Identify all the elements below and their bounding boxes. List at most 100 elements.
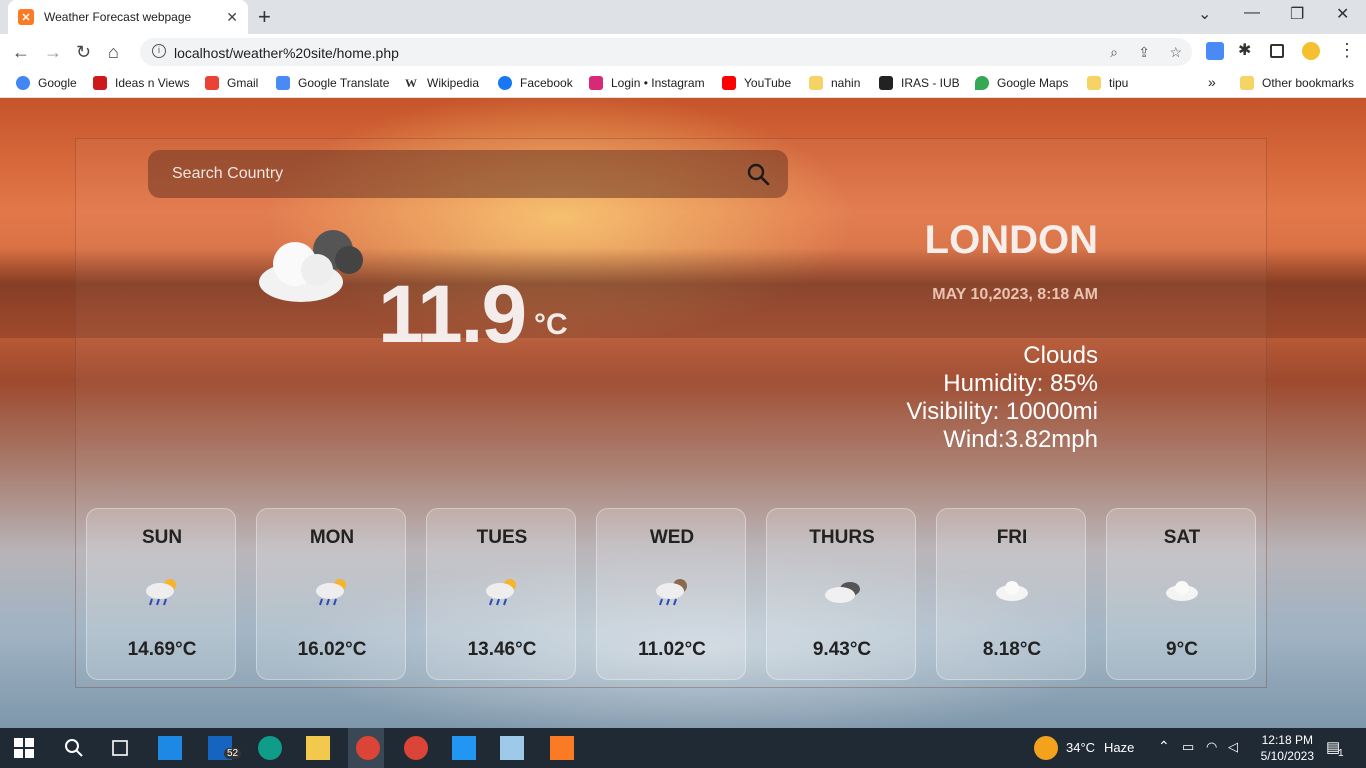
youtube-icon bbox=[722, 76, 736, 90]
taskbar-weather-label[interactable]: Haze bbox=[1104, 740, 1134, 755]
address-bar[interactable]: i localhost/weather%20site/home.php ⌕ ⇪ … bbox=[140, 38, 1192, 66]
xampp-icon: ✕ bbox=[18, 9, 34, 25]
clock-date: 5/10/2023 bbox=[1260, 749, 1314, 763]
bookmark-nahin[interactable]: nahin bbox=[809, 76, 860, 90]
rain-sun-icon bbox=[486, 579, 516, 606]
forecast-card: FRI 8.18°C bbox=[936, 508, 1086, 680]
profile-avatar[interactable] bbox=[1302, 42, 1320, 60]
more-bookmarks-icon[interactable]: » bbox=[1208, 74, 1216, 90]
mail-badge: 52 bbox=[224, 748, 242, 759]
rain-sun-icon bbox=[316, 579, 346, 606]
file-explorer-icon[interactable] bbox=[306, 736, 330, 760]
condition-text: Clouds bbox=[1023, 342, 1098, 369]
xampp-icon[interactable] bbox=[550, 736, 574, 760]
weather-icon[interactable] bbox=[1034, 736, 1058, 760]
forecast-temp: 14.69°C bbox=[127, 639, 197, 660]
facebook-icon bbox=[498, 76, 512, 90]
reload-icon[interactable]: ↻ bbox=[76, 42, 91, 63]
city-name: LONDON bbox=[924, 218, 1098, 262]
vscode-icon[interactable] bbox=[452, 736, 476, 760]
gmail-icon bbox=[205, 76, 219, 90]
store-icon[interactable] bbox=[158, 736, 182, 760]
wikipedia-icon: W bbox=[405, 76, 419, 90]
instagram-icon bbox=[589, 76, 603, 90]
forecast-temp: 13.46°C bbox=[467, 639, 537, 660]
bookmark-ideas-n-views[interactable]: Ideas n Views bbox=[93, 76, 190, 90]
windows-start-icon[interactable] bbox=[14, 738, 34, 758]
forecast-temp: 9.43°C bbox=[812, 639, 872, 660]
google-icon bbox=[16, 76, 30, 90]
extensions-icon[interactable]: ✱ bbox=[1238, 40, 1256, 59]
cloud-icon bbox=[1166, 581, 1198, 601]
taskbar-weather-temp[interactable]: 34°C bbox=[1066, 740, 1095, 755]
forecast-temp: 9°C bbox=[1166, 639, 1198, 660]
search-input[interactable] bbox=[148, 150, 708, 198]
volume-icon[interactable]: ◁ bbox=[1228, 739, 1238, 755]
folder-icon bbox=[1240, 76, 1254, 90]
forecast-temp: 11.02°C bbox=[638, 639, 706, 660]
bookmark-iras-iub[interactable]: IRAS - IUB bbox=[879, 76, 960, 90]
bookmark-google[interactable]: Google bbox=[16, 76, 77, 90]
search-icon[interactable] bbox=[746, 162, 770, 186]
forecast-card: SAT 9°C bbox=[1106, 508, 1256, 680]
weather-details: Clouds Humidity: 85% Visibility: 10000mi… bbox=[906, 342, 1098, 454]
current-temperature: 11.9 bbox=[378, 269, 527, 360]
notepad-icon[interactable] bbox=[500, 736, 524, 760]
task-view-icon[interactable] bbox=[108, 736, 132, 760]
forecast-temp: 8.18°C bbox=[982, 639, 1042, 660]
forecast-card: MON 16.02°C bbox=[256, 508, 406, 680]
bookmark-other[interactable]: Other bookmarks bbox=[1240, 76, 1354, 90]
tab-search-icon[interactable]: ⌄ bbox=[1198, 4, 1211, 24]
chrome-icon[interactable] bbox=[404, 736, 428, 760]
translate-icon bbox=[276, 76, 290, 90]
forecast-day: FRI bbox=[996, 527, 1028, 548]
current-datetime: MAY 10,2023, 8:18 AM bbox=[932, 286, 1098, 303]
new-tab-button[interactable]: + bbox=[258, 4, 271, 30]
translate-extension-icon[interactable] bbox=[1206, 42, 1224, 60]
forecast-card: SUN 14.69°C bbox=[86, 508, 236, 680]
folder-icon bbox=[1087, 76, 1101, 90]
bookmark-tipu[interactable]: tipu bbox=[1087, 76, 1128, 90]
temperature-unit: °C bbox=[534, 308, 568, 341]
menu-icon[interactable]: ⋮ bbox=[1338, 40, 1356, 61]
star-icon[interactable]: ☆ bbox=[1169, 44, 1182, 61]
chrome-icon[interactable] bbox=[356, 736, 380, 760]
forecast-day: MON bbox=[309, 527, 355, 548]
search-icon[interactable] bbox=[62, 736, 86, 760]
close-window-button[interactable]: ✕ bbox=[1336, 4, 1349, 24]
bookmark-facebook[interactable]: Facebook bbox=[498, 76, 573, 90]
wifi-icon[interactable]: ◠ bbox=[1206, 739, 1217, 755]
bookmark-youtube[interactable]: YouTube bbox=[722, 76, 791, 90]
restore-button[interactable]: ❐ bbox=[1290, 4, 1304, 24]
chevron-up-icon[interactable]: ⌃ bbox=[1158, 738, 1170, 755]
bookmark-google-translate[interactable]: Google Translate bbox=[276, 76, 389, 90]
minimize-button[interactable]: — bbox=[1244, 4, 1260, 22]
home-icon[interactable]: ⌂ bbox=[108, 42, 119, 63]
forecast-card: WED 11.02°C bbox=[596, 508, 746, 680]
taskbar-clock[interactable]: 12:18 PM 5/10/2023 bbox=[1261, 732, 1314, 764]
side-panel-icon[interactable] bbox=[1270, 44, 1284, 58]
forward-icon[interactable]: → bbox=[44, 42, 62, 63]
bookmarks-bar: Google Ideas n Views Gmail Google Transl… bbox=[0, 70, 1366, 98]
browser-toolbar: ← → ↻ ⌂ i localhost/weather%20site/home.… bbox=[0, 34, 1366, 70]
close-tab-icon[interactable]: ✕ bbox=[226, 9, 238, 26]
rain-sun-icon bbox=[146, 579, 176, 606]
browser-tab[interactable]: ✕ Weather Forecast webpage ✕ bbox=[8, 0, 248, 34]
bookmark-google-maps[interactable]: Google Maps bbox=[975, 76, 1068, 90]
share-icon[interactable]: ⇪ bbox=[1138, 44, 1150, 61]
site-info-icon[interactable]: i bbox=[152, 44, 166, 58]
bookmark-wikipedia[interactable]: W Wikipedia bbox=[405, 76, 479, 90]
visibility-text: Visibility: 10000mi bbox=[906, 398, 1098, 425]
windows-taskbar: 52 34°C Haze ⌃ ▭ ◠ ◁ 12:18 PM 5/10/2023 … bbox=[0, 728, 1366, 768]
search-icon[interactable]: ⌕ bbox=[1110, 44, 1118, 61]
cloud-icon bbox=[259, 230, 363, 302]
edge-icon[interactable] bbox=[258, 736, 282, 760]
battery-icon[interactable]: ▭ bbox=[1182, 739, 1194, 755]
url-text[interactable]: localhost/weather%20site/home.php bbox=[174, 45, 399, 61]
notification-count: 1 bbox=[1338, 748, 1344, 759]
forecast-day: WED bbox=[649, 527, 695, 548]
bookmark-gmail[interactable]: Gmail bbox=[205, 76, 258, 90]
back-icon[interactable]: ← bbox=[12, 42, 30, 63]
bookmark-instagram[interactable]: Login • Instagram bbox=[589, 76, 705, 90]
wind-text: Wind:3.82mph bbox=[943, 426, 1098, 453]
